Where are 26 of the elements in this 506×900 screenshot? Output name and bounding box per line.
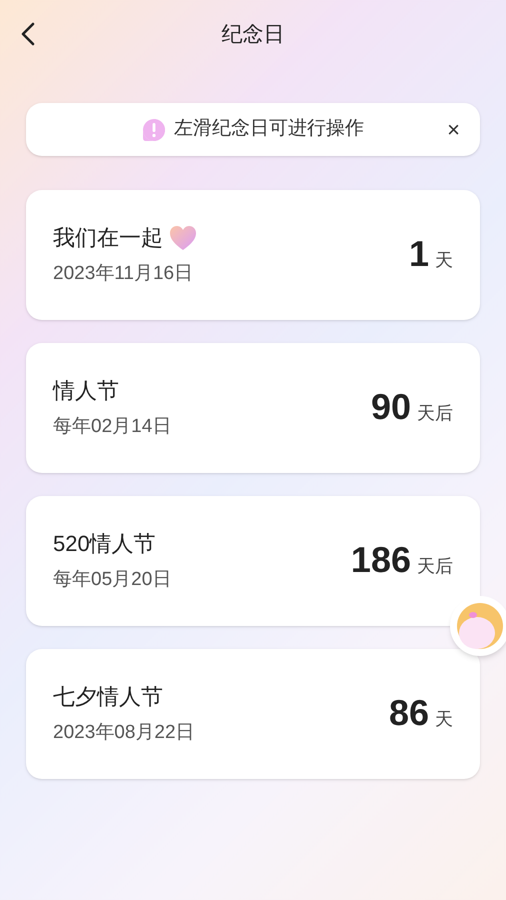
day-unit: 天后 bbox=[417, 402, 453, 425]
back-icon[interactable] bbox=[20, 22, 36, 46]
anniversary-name: 520情人节 bbox=[53, 530, 156, 558]
anniversary-date: 每年05月20日 bbox=[53, 568, 172, 592]
anniversary-card[interactable]: 七夕情人节 2023年08月22日 86 天 bbox=[26, 649, 480, 779]
day-unit: 天后 bbox=[417, 555, 453, 578]
warning-icon bbox=[142, 118, 166, 142]
anniversary-card[interactable]: 情人节 每年02月14日 90 天后 bbox=[26, 343, 480, 473]
page-title: 纪念日 bbox=[222, 22, 284, 48]
anniversary-name: 七夕情人节 bbox=[53, 683, 163, 712]
close-button[interactable]: × bbox=[447, 118, 460, 140]
anniversary-date: 每年02月14日 bbox=[53, 415, 172, 440]
day-count: 1 bbox=[408, 236, 429, 272]
day-count: 186 bbox=[350, 542, 411, 578]
anniversary-name: 情人节 bbox=[53, 377, 119, 406]
anniversary-date: 2023年08月22日 bbox=[53, 721, 195, 746]
tip-text: 左滑纪念日可进行操作 bbox=[174, 117, 364, 142]
day-unit: 天 bbox=[435, 708, 453, 731]
mascot-icon bbox=[457, 603, 503, 649]
anniversary-card[interactable]: 520情人节 每年05月20日 186 天后 bbox=[26, 496, 480, 626]
anniversary-card[interactable]: 我们在一起 2023年11月16日 1 天 bbox=[26, 190, 480, 320]
day-unit: 天 bbox=[435, 249, 453, 272]
day-count: 86 bbox=[388, 695, 429, 731]
anniversary-date: 2023年11月16日 bbox=[53, 262, 194, 286]
anniversary-name: 我们在一起 bbox=[53, 224, 163, 252]
day-count: 90 bbox=[370, 389, 411, 425]
